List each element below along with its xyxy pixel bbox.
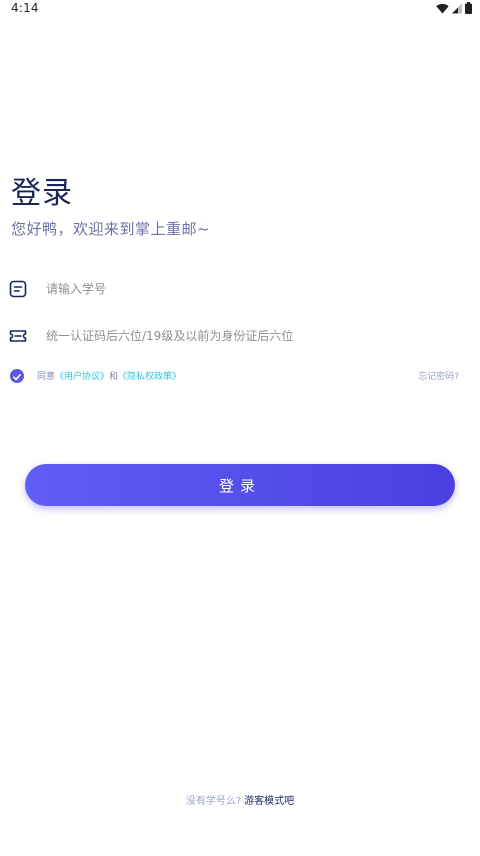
page-title: 登录 xyxy=(11,176,73,211)
wifi-icon xyxy=(436,3,449,14)
status-icons xyxy=(436,2,472,14)
user-agreement-link[interactable]: 《用户协议》 xyxy=(55,372,109,382)
student-id-input[interactable] xyxy=(46,275,460,303)
status-time: 4:14 xyxy=(11,1,39,15)
agreement-prefix: 同意 xyxy=(37,372,56,382)
login-button[interactable]: 登录 xyxy=(25,464,455,506)
id-card-icon xyxy=(9,280,27,298)
status-bar: 4:14 xyxy=(0,0,480,20)
agreement-checkbox[interactable] xyxy=(10,369,24,383)
ticket-icon xyxy=(9,327,27,345)
guest-mode-link[interactable]: 游客模式吧 xyxy=(244,796,294,807)
forgot-password-link[interactable]: 忘记密码? xyxy=(418,369,459,382)
guest-mode-row: 没有学号么? 游客模式吧 xyxy=(0,792,480,807)
battery-icon xyxy=(465,2,472,14)
agreement-text: 同意《用户协议》和《隐私权政策》 xyxy=(37,369,181,382)
login-screen: 4:14 登录 您好鸭，欢迎来到掌上重邮~ 请输入学号 同意《用户协议》和《隐私… xyxy=(0,0,480,856)
privacy-policy-link[interactable]: 《隐私权政策》 xyxy=(118,372,181,382)
checkmark-icon xyxy=(13,374,21,381)
signal-icon xyxy=(452,3,462,14)
agreement-row: 同意《用户协议》和《隐私权政策》 忘记密码? xyxy=(0,366,480,386)
guest-prompt: 没有学号么? xyxy=(185,796,242,807)
password-row xyxy=(0,316,480,356)
password-input[interactable] xyxy=(46,322,460,350)
page-subtitle: 您好鸭，欢迎来到掌上重邮~ xyxy=(11,220,211,238)
agreement-conjunction: 和 xyxy=(109,372,119,382)
student-id-row xyxy=(0,269,480,309)
